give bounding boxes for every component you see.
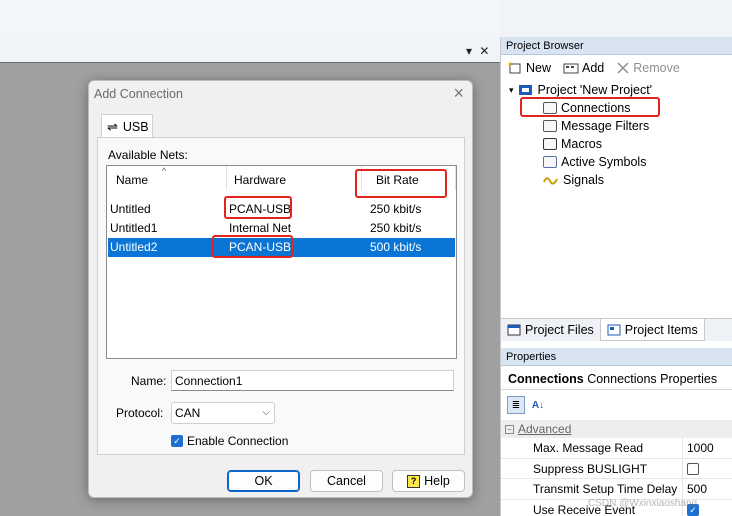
available-nets-list[interactable]: Name ^ Hardware Bit Rate Untitled PCAN-U… (106, 165, 457, 359)
remove-icon (617, 62, 629, 74)
add-button[interactable]: Add (563, 61, 604, 75)
column-header-hardware[interactable]: Hardware (227, 166, 362, 190)
tree-item-active-symbols[interactable]: Active Symbols (543, 155, 646, 169)
tree-item-signals[interactable]: Signals (543, 173, 604, 187)
tab-project-files[interactable]: Project Files (501, 319, 600, 341)
properties-object-name: Connections (508, 372, 584, 386)
properties-object-bar[interactable]: Connections Connections Properties (501, 368, 732, 390)
filter-icon (543, 120, 557, 132)
suppress-buslight-checkbox[interactable] (687, 463, 699, 476)
watermark: CSDN @Wxinxiaoshang (588, 498, 698, 509)
hardware-highlight-box-1 (224, 196, 292, 219)
alphabetical-sort-icon[interactable]: A↓ (529, 396, 547, 414)
column-header-name[interactable]: Name ^ (107, 166, 227, 190)
document-close-icon[interactable]: ✕ (479, 44, 489, 58)
close-icon[interactable]: × (453, 83, 464, 104)
workspace-top-strip (0, 0, 500, 38)
document-menu-icon[interactable]: ▾ (466, 44, 472, 58)
name-label: Name: (131, 374, 167, 388)
new-icon: ✶ (507, 61, 521, 74)
project-tree: ▾ Project 'New Project' Connections Mess… (501, 81, 732, 241)
collapse-chevron-icon[interactable]: ▾ (509, 85, 514, 96)
available-nets-label: Available Nets: (108, 148, 188, 162)
collapse-minus-icon[interactable]: − (505, 424, 514, 434)
cancel-button[interactable]: Cancel (310, 470, 383, 492)
project-browser-toolbar: ✶ New Add Remove (501, 55, 732, 81)
property-row[interactable]: Transmit Setup Time Delay 500 (501, 479, 732, 500)
dialog-title: Add Connection (94, 87, 183, 101)
properties-header: Properties (501, 348, 732, 366)
chevron-down-icon: ⌵ (262, 407, 270, 418)
svg-text:✶: ✶ (507, 61, 514, 69)
properties-object-type: Connections Properties (587, 372, 718, 386)
enable-connection-checkbox[interactable]: ✓ (171, 435, 183, 447)
usb-icon: ⇌ (107, 118, 118, 134)
properties-toolbar: ≣ A↓ (501, 392, 732, 418)
tab-usb[interactable]: ⇌ USB (101, 114, 153, 138)
property-row[interactable]: Suppress BUSLIGHT (501, 458, 732, 479)
help-icon: ? (407, 474, 421, 488)
categorized-icon[interactable]: ≣ (507, 396, 525, 414)
property-row[interactable]: Max. Message Read 1000 (501, 438, 732, 459)
name-input[interactable] (171, 370, 454, 391)
connections-highlight-box (520, 97, 660, 117)
project-files-icon (507, 324, 521, 336)
project-items-icon (607, 324, 621, 335)
new-button[interactable]: ✶ New (507, 61, 551, 75)
signal-wave-icon (543, 177, 558, 185)
ok-button[interactable]: OK (227, 470, 300, 492)
project-icon (518, 85, 532, 95)
add-connection-dialog: Add Connection × ⇌ USB Available Nets: N… (88, 80, 473, 498)
dialog-tab-page: Available Nets: Name ^ Hardware Bit Rate… (97, 137, 465, 455)
protocol-label: Protocol: (116, 406, 164, 420)
enable-connection-row[interactable]: ✓ Enable Connection (171, 434, 288, 448)
add-icon (563, 63, 579, 74)
tree-root[interactable]: ▾ Project 'New Project' (509, 83, 652, 97)
sort-caret-icon: ^ (162, 166, 167, 176)
envelope-icon (543, 156, 557, 168)
project-browser-tabs: Project Files Project Items (501, 318, 732, 341)
tree-item-message-filters[interactable]: Message Filters (543, 119, 649, 133)
tab-project-items[interactable]: Project Items (599, 319, 705, 341)
hardware-highlight-box-2 (212, 235, 293, 258)
project-browser-header: Project Browser (501, 37, 732, 55)
document-controls: ▾ ✕ (462, 44, 489, 58)
property-category[interactable]: − Advanced (501, 420, 732, 438)
right-panel: Project Browser ✶ New Add Remove ▾ Proje… (500, 37, 732, 516)
remove-button[interactable]: Remove (616, 61, 680, 75)
protocol-select[interactable]: CAN ⌵ (171, 402, 275, 424)
tree-item-macros[interactable]: Macros (543, 137, 602, 151)
bit-rate-highlight-box (355, 169, 447, 198)
macro-icon (543, 138, 557, 150)
help-button[interactable]: ? Help (392, 470, 465, 492)
